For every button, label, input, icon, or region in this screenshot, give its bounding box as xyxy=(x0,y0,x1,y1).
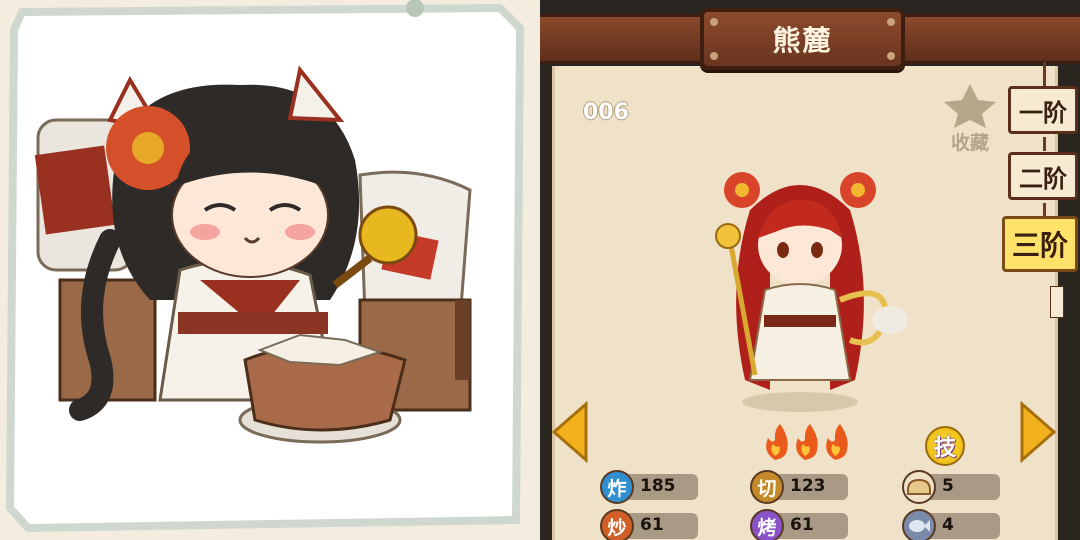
stat-fish: 4 xyxy=(902,509,1000,540)
flame-icon xyxy=(826,424,848,460)
skill-button[interactable]: 技 xyxy=(925,426,965,466)
stat-cut-icon: 切 xyxy=(750,470,784,504)
character-artwork xyxy=(5,0,525,533)
tab-rope xyxy=(1043,203,1046,217)
fish-icon xyxy=(902,509,936,540)
character-number: 006 xyxy=(583,100,629,125)
tag-charm xyxy=(1050,286,1064,318)
tab-rope xyxy=(1043,137,1046,151)
tab-rope xyxy=(1043,62,1046,86)
stat-fry: 炸 185 xyxy=(600,470,698,504)
tab-tier-3[interactable]: 三阶 xyxy=(1002,216,1078,272)
stat-stirfry-value: 61 xyxy=(640,515,664,535)
favorite-label: 收藏 xyxy=(950,132,989,154)
rarity-flames xyxy=(766,424,848,460)
tab-tier-1-label: 一阶 xyxy=(1019,98,1067,127)
tab-tier-1[interactable]: 一阶 xyxy=(1008,86,1078,134)
character-name: 熊麓 xyxy=(772,24,833,57)
bread-icon xyxy=(902,470,936,504)
stat-roast-icon: 烤 xyxy=(750,509,784,540)
stat-cut: 切 123 xyxy=(750,470,848,504)
stat-roast-value: 61 xyxy=(790,515,814,535)
stat-roast: 烤 61 xyxy=(750,509,848,540)
stat-stirfry: 炒 61 xyxy=(600,509,698,540)
next-character-button[interactable] xyxy=(1018,400,1058,464)
stat-bread-value: 5 xyxy=(942,476,954,496)
stat-stirfry-icon: 炒 xyxy=(600,509,634,540)
title-plate: 熊麓 xyxy=(700,8,905,70)
favorite-button[interactable]: 收藏 xyxy=(940,82,1000,154)
star-icon xyxy=(944,84,996,128)
stat-fry-icon: 炸 xyxy=(600,470,634,504)
tab-tier-3-label: 三阶 xyxy=(1011,229,1068,262)
stat-cut-value: 123 xyxy=(790,476,826,496)
stat-fish-value: 4 xyxy=(942,515,954,535)
skill-label: 技 xyxy=(933,436,956,461)
artwork-panel xyxy=(0,0,540,540)
stat-bread: 5 xyxy=(902,470,1000,504)
character-sprite xyxy=(715,172,908,412)
tab-tier-2[interactable]: 二阶 xyxy=(1008,152,1078,200)
prev-character-button[interactable] xyxy=(550,400,590,464)
stat-fry-value: 185 xyxy=(640,476,676,496)
left-edge xyxy=(540,66,552,540)
tab-tier-2-label: 二阶 xyxy=(1019,164,1067,193)
flame-icon xyxy=(796,424,818,460)
character-detail-screen: 熊麓 006 收藏 一阶 二阶 三阶 技 炸 185 切 123 5 炒 61 … xyxy=(540,0,1080,540)
flame-icon xyxy=(766,424,788,460)
